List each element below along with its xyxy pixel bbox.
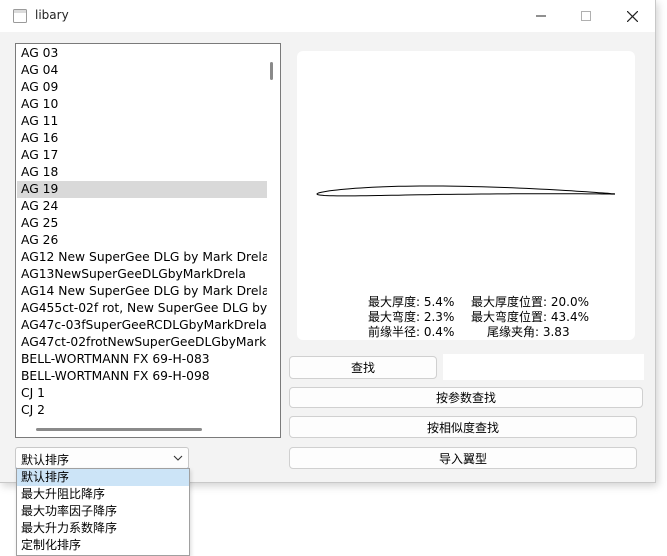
horizontal-scrollbar[interactable] xyxy=(36,428,202,431)
list-item[interactable]: BELL-WORTMANN FX 69-H-083 xyxy=(17,351,267,368)
library-window: libary AG 03 AG 04 AG 09 AG 10 AG 11 AG 16 AG … xyxy=(0,0,656,483)
airfoil-outline xyxy=(316,185,615,197)
list-item[interactable]: AG 25 xyxy=(17,215,267,232)
sort-option[interactable]: 最大升力系数降序 xyxy=(17,520,189,537)
leading-edge-radius-label: 前缘半径: 0.4% xyxy=(368,325,455,339)
sort-dropdown-list: 默认排序 最大升阻比降序 最大功率因子降序 最大升力系数降序 定制化排序 xyxy=(16,468,190,556)
close-icon xyxy=(626,10,638,22)
list-item[interactable]: AG14 New SuperGee DLG by Mark Drela xyxy=(17,283,267,300)
list-item[interactable]: AG13NewSuperGeeDLGbyMarkDrela xyxy=(17,266,267,283)
airfoil-preview: 最大厚度: 5.4% 最大厚度位置: 20.0% 最大弯度: 2.3% 最大弯度… xyxy=(297,51,635,340)
search-button[interactable]: 查找 xyxy=(289,356,437,379)
app-icon xyxy=(13,9,27,23)
list-item[interactable]: BELL-WORTMANN FX 69-H-098 xyxy=(17,368,267,385)
sort-option[interactable]: 默认排序 xyxy=(17,469,189,486)
window-title: libary xyxy=(35,8,69,22)
list-item[interactable]: CJ 1 xyxy=(17,385,267,402)
list-item[interactable]: AG 03 xyxy=(17,45,267,62)
list-item[interactable]: AG 16 xyxy=(17,130,267,147)
chevron-down-icon xyxy=(173,455,183,461)
list-item[interactable]: AG 10 xyxy=(17,96,267,113)
list-item[interactable]: AG47ct-02frotNewSuperGeeDLGbyMarkD xyxy=(17,334,267,351)
list-item[interactable]: CJ 2 xyxy=(17,402,267,419)
sort-option[interactable]: 最大升阻比降序 xyxy=(17,486,189,503)
list-item[interactable]: AG455ct-02f rot, New SuperGee DLG by M xyxy=(17,300,267,317)
vertical-scrollbar[interactable] xyxy=(270,62,273,80)
list-item[interactable]: AG 11 xyxy=(17,113,267,130)
similarity-search-button[interactable]: 按相似度查找 xyxy=(289,416,637,438)
maximize-icon xyxy=(581,11,591,21)
sort-combobox[interactable]: 默认排序 xyxy=(15,447,189,470)
minimize-icon xyxy=(536,15,546,17)
list-item[interactable]: AG 26 xyxy=(17,232,267,249)
param-search-button[interactable]: 按参数查找 xyxy=(289,387,643,408)
list-item[interactable]: AG 09 xyxy=(17,79,267,96)
title-bar[interactable]: libary xyxy=(0,0,655,32)
sort-combobox-value: 默认排序 xyxy=(21,453,70,467)
list-item[interactable]: AG 19 xyxy=(17,181,267,198)
trailing-edge-angle-label: 尾缘夹角: 3.83 xyxy=(487,325,570,339)
import-airfoil-button[interactable]: 导入翼型 xyxy=(289,447,637,469)
sort-option[interactable]: 最大功率因子降序 xyxy=(17,503,189,520)
list-item[interactable]: AG 17 xyxy=(17,147,267,164)
minimize-button[interactable] xyxy=(518,0,564,32)
airfoil-list-items: AG 03 AG 04 AG 09 AG 10 AG 11 AG 16 AG 17 AG 18… xyxy=(17,45,267,421)
list-item[interactable]: AG 18 xyxy=(17,164,267,181)
list-item[interactable]: AG 04 xyxy=(17,62,267,79)
list-item[interactable]: AG47c-03fSuperGeeRCDLGbyMarkDrela xyxy=(17,317,267,334)
close-button[interactable] xyxy=(609,0,655,32)
list-item[interactable]: AG12 New SuperGee DLG by Mark Drela xyxy=(17,249,267,266)
airfoil-list[interactable]: AG 03 AG 04 AG 09 AG 10 AG 11 AG 16 AG 17 AG 18… xyxy=(15,43,281,438)
maximize-button[interactable] xyxy=(563,0,609,32)
sort-option[interactable]: 定制化排序 xyxy=(17,537,189,554)
list-item[interactable]: AG 24 xyxy=(17,198,267,215)
search-input[interactable] xyxy=(443,354,644,380)
